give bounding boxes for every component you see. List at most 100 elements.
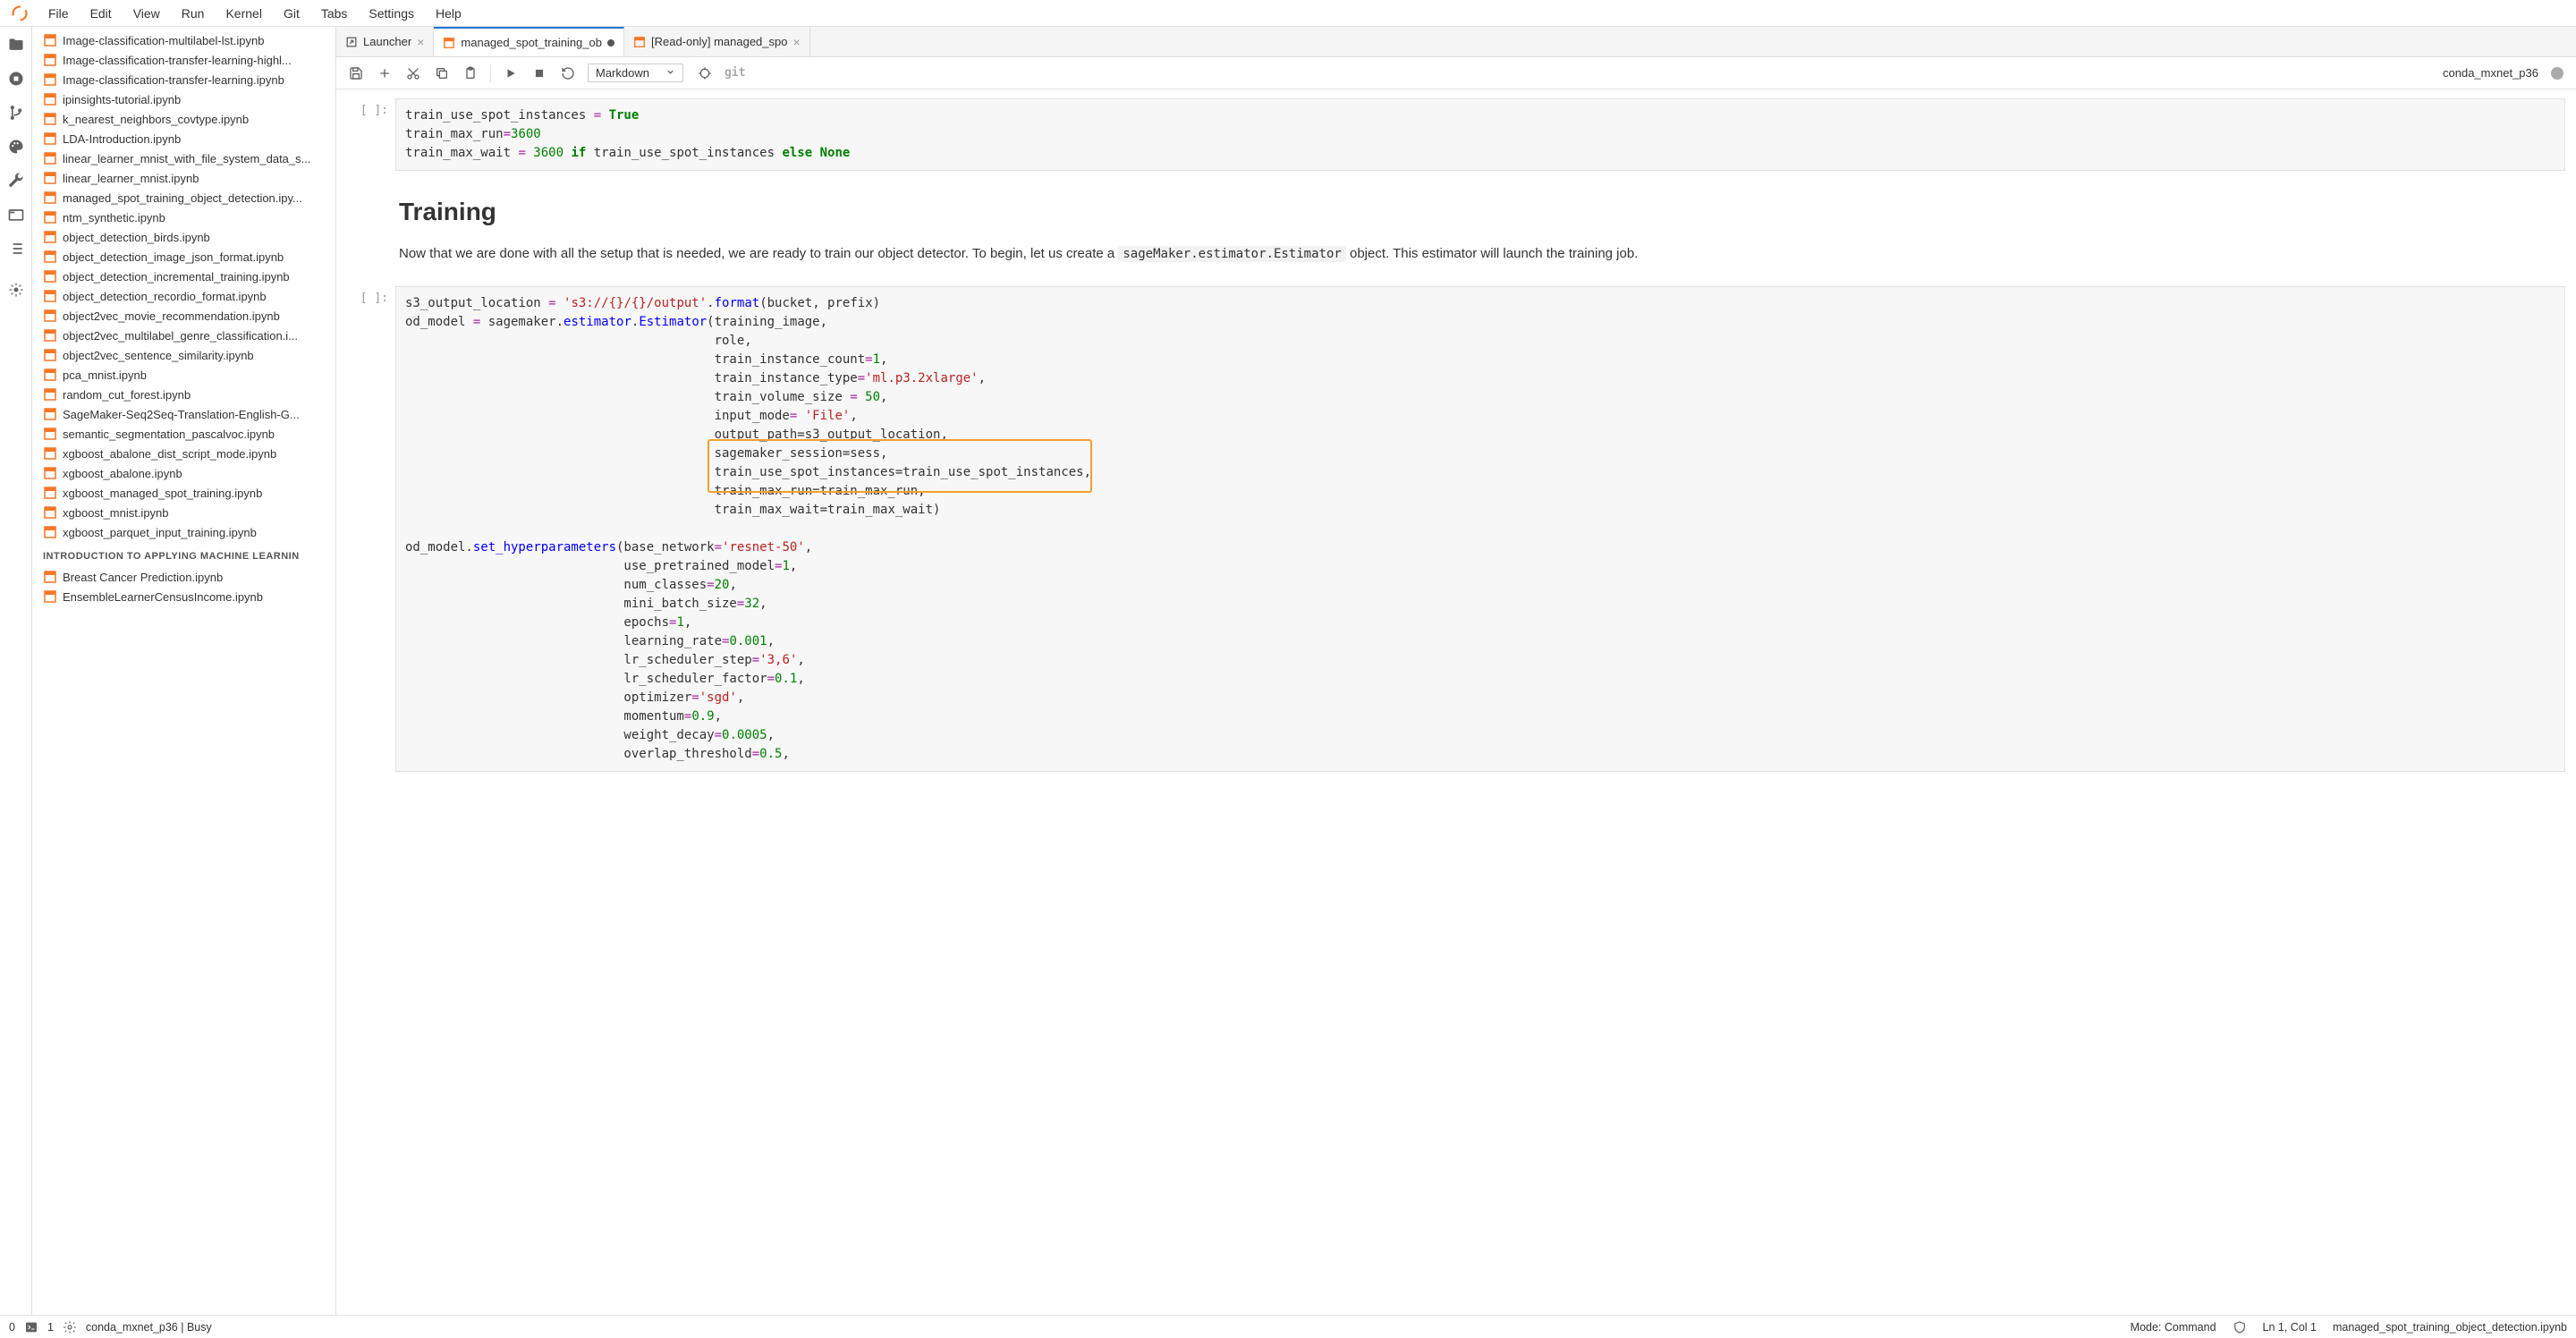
notebook-icon <box>43 151 57 165</box>
file-item[interactable]: Breast Cancer Prediction.ipynb <box>32 567 335 587</box>
menu-run[interactable]: Run <box>171 3 216 24</box>
kernel-status-icon <box>2551 67 2563 80</box>
tab-label: [Read-only] managed_spo <box>651 35 788 48</box>
menu-file[interactable]: File <box>38 3 80 24</box>
folder-icon[interactable] <box>7 36 25 54</box>
close-icon[interactable]: × <box>417 35 424 49</box>
mode-indicator: Mode: Command <box>2131 1321 2216 1334</box>
file-item[interactable]: random_cut_forest.ipynb <box>32 385 335 404</box>
section-header: INTRODUCTION TO APPLYING MACHINE LEARNIN <box>32 542 335 567</box>
file-item[interactable]: object_detection_image_json_format.ipynb <box>32 247 335 267</box>
file-browser[interactable]: Image-classification-multilabel-lst.ipyn… <box>32 27 336 1315</box>
copy-button[interactable] <box>429 61 454 86</box>
git-branch-icon[interactable] <box>7 104 25 122</box>
menu-help[interactable]: Help <box>425 3 472 24</box>
menu-settings[interactable]: Settings <box>358 3 425 24</box>
file-name: object2vec_movie_recommendation.ipynb <box>63 309 280 323</box>
file-item[interactable]: xgboost_mnist.ipynb <box>32 503 335 522</box>
code-cell[interactable]: [ ]: train_use_spot_instances = True tra… <box>347 98 2565 171</box>
extensions-icon[interactable] <box>7 281 25 299</box>
chevron-down-icon <box>665 66 675 80</box>
file-item[interactable]: SageMaker-Seq2Seq-Translation-English-G.… <box>32 404 335 424</box>
paste-button[interactable] <box>458 61 483 86</box>
file-item[interactable]: ipinsights-tutorial.ipynb <box>32 89 335 109</box>
cell-prompt <box>347 174 395 283</box>
statusbar: 0 1 conda_mxnet_p36 | Busy Mode: Command… <box>0 1315 2576 1338</box>
file-item[interactable]: object2vec_sentence_similarity.ipynb <box>32 345 335 365</box>
save-button[interactable] <box>343 61 369 86</box>
list-icon[interactable] <box>7 240 25 258</box>
kernel-count[interactable]: 1 <box>47 1321 54 1334</box>
celltype-label: Markdown <box>596 66 649 80</box>
file-item[interactable]: object_detection_incremental_training.ip… <box>32 267 335 286</box>
file-item[interactable]: xgboost_parquet_input_training.ipynb <box>32 522 335 542</box>
file-item[interactable]: Image-classification-transfer-learning-h… <box>32 50 335 70</box>
notebook-icon <box>43 269 57 284</box>
palette-icon[interactable] <box>7 138 25 156</box>
file-item[interactable]: pca_mnist.ipynb <box>32 365 335 385</box>
notebook-trust-icon[interactable] <box>2233 1320 2247 1334</box>
notebook-icon <box>43 92 57 106</box>
file-item[interactable]: LDA-Introduction.ipynb <box>32 129 335 148</box>
code-input[interactable]: s3_output_location = 's3://{}/{}/output'… <box>395 286 2565 772</box>
crosshair-button[interactable] <box>692 61 717 86</box>
cut-button[interactable] <box>401 61 426 86</box>
circle-stop-icon[interactable] <box>7 70 25 88</box>
notebook-icon <box>43 250 57 264</box>
add-cell-button[interactable] <box>372 61 397 86</box>
notebook-icon <box>43 72 57 87</box>
code-cell[interactable]: [ ]: s3_output_location = 's3://{}/{}/ou… <box>347 286 2565 772</box>
file-item[interactable]: object2vec_multilabel_genre_classificati… <box>32 326 335 345</box>
close-icon[interactable]: × <box>792 35 800 49</box>
cell-prompt: [ ]: <box>347 286 395 772</box>
tab-notebook-readonly[interactable]: [Read-only] managed_spo × <box>624 27 810 56</box>
jupyter-logo <box>9 3 30 24</box>
menu-kernel[interactable]: Kernel <box>215 3 272 24</box>
terminal-count[interactable]: 0 <box>9 1321 15 1334</box>
run-button[interactable] <box>498 61 523 86</box>
file-name: Image-classification-transfer-learning-h… <box>63 54 292 67</box>
file-item[interactable]: xgboost_abalone_dist_script_mode.ipynb <box>32 444 335 463</box>
kernel-name[interactable]: conda_mxnet_p36 <box>2443 66 2538 80</box>
notebook-body[interactable]: [ ]: train_use_spot_instances = True tra… <box>336 89 2576 1315</box>
markdown-cell[interactable]: Training Now that we are done with all t… <box>347 174 2565 283</box>
menu-git[interactable]: Git <box>273 3 310 24</box>
tab-label: Launcher <box>363 35 411 48</box>
git-button[interactable]: git <box>724 66 745 80</box>
kernel-status[interactable]: conda_mxnet_p36 | Busy <box>86 1321 212 1334</box>
tab-notebook-active[interactable]: managed_spot_training_ob <box>434 27 624 56</box>
code-input[interactable]: train_use_spot_instances = True train_ma… <box>395 98 2565 171</box>
notebook-icon <box>43 589 57 604</box>
file-name: linear_learner_mnist.ipynb <box>63 172 199 185</box>
celltype-dropdown[interactable]: Markdown <box>588 64 683 82</box>
menu-edit[interactable]: Edit <box>80 3 123 24</box>
file-name: xgboost_mnist.ipynb <box>63 506 169 520</box>
wrench-icon[interactable] <box>7 172 25 190</box>
terminal-icon[interactable] <box>24 1320 38 1334</box>
file-item[interactable]: Image-classification-transfer-learning.i… <box>32 70 335 89</box>
file-item[interactable]: k_nearest_neighbors_covtype.ipynb <box>32 109 335 129</box>
file-item[interactable]: EnsembleLearnerCensusIncome.ipynb <box>32 587 335 606</box>
file-item[interactable]: ntm_synthetic.ipynb <box>32 207 335 227</box>
cell-prompt: [ ]: <box>347 98 395 171</box>
file-item[interactable]: object2vec_movie_recommendation.ipynb <box>32 306 335 326</box>
menu-tabs[interactable]: Tabs <box>310 3 359 24</box>
file-item[interactable]: linear_learner_mnist.ipynb <box>32 168 335 188</box>
file-item[interactable]: Image-classification-multilabel-lst.ipyn… <box>32 30 335 50</box>
tab-launcher[interactable]: Launcher × <box>336 27 434 56</box>
notebook-icon <box>43 427 57 441</box>
file-item[interactable]: object_detection_recordio_format.ipynb <box>32 286 335 306</box>
file-item[interactable]: xgboost_abalone.ipynb <box>32 463 335 483</box>
file-item[interactable]: linear_learner_mnist_with_file_system_da… <box>32 148 335 168</box>
file-item[interactable]: xgboost_managed_spot_training.ipynb <box>32 483 335 503</box>
restart-button[interactable] <box>555 61 580 86</box>
file-item[interactable]: managed_spot_training_object_detection.i… <box>32 188 335 207</box>
notebook-icon <box>43 309 57 323</box>
stop-button[interactable] <box>527 61 552 86</box>
file-item[interactable]: semantic_segmentation_pascalvoc.ipynb <box>32 424 335 444</box>
file-item[interactable]: object_detection_birds.ipynb <box>32 227 335 247</box>
notebook-icon <box>43 53 57 67</box>
tabs-icon[interactable] <box>7 206 25 224</box>
gear-icon[interactable] <box>63 1320 77 1334</box>
menu-view[interactable]: View <box>123 3 171 24</box>
